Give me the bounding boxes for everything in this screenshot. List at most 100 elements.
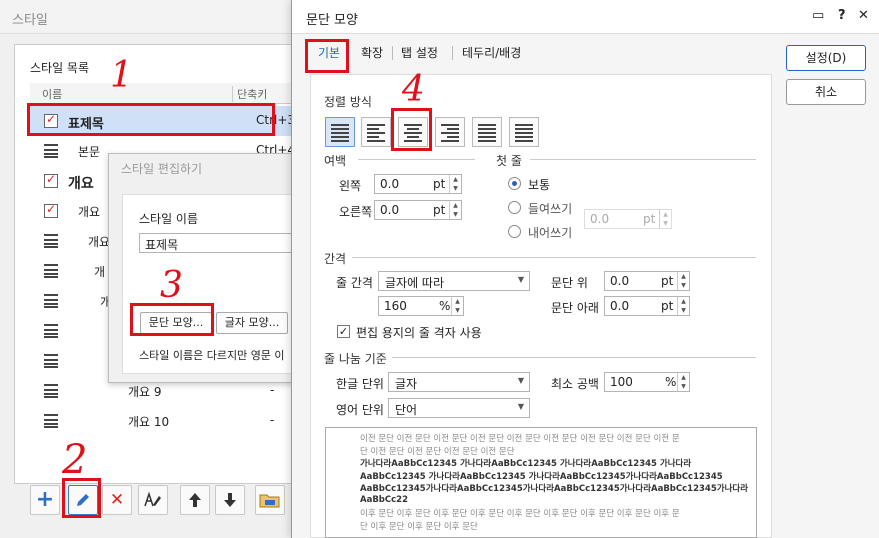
style-name: 개요 [68, 176, 94, 192]
korean-unit-value: 글자 [395, 377, 418, 391]
style-name: 개요 10 [128, 415, 170, 429]
above-label: 문단 위 [551, 276, 588, 290]
preview-line: AaBbCc12345가나다라AaBbCc12345가나다라AaBbCc1234… [360, 484, 749, 494]
char-shape-button[interactable]: 글자 모양... [216, 312, 288, 334]
style-name-input[interactable]: 표제목 [139, 233, 309, 253]
min-space-value: 100 [610, 375, 633, 389]
radio-outdent[interactable] [508, 225, 521, 238]
break-label: 줄 나눔 기준 [324, 352, 387, 366]
left-margin-label: 왼쪽 [339, 179, 362, 193]
line-spacing-value: 160 [384, 299, 407, 313]
style-name: 개요 [78, 205, 101, 219]
radio-normal-label: 보통 [528, 178, 551, 192]
spin-arrows-icon[interactable]: ▲ ▼ [451, 297, 463, 315]
spin-arrows-icon[interactable]: ▲ ▼ [677, 297, 689, 315]
unit-label: % [439, 299, 451, 313]
preview-line: 단 이전 문단 이전 문단 이전 문단 이전 문단 [360, 446, 515, 457]
divider [530, 159, 756, 160]
line-spacing-label: 줄 간격 [336, 276, 373, 290]
paragraph-preview: 이전 문단 이전 문단 이전 문단 이전 문단 이전 문단 이전 문단 이전 문… [325, 427, 757, 538]
ok-button[interactable]: 설정(D) [786, 45, 866, 71]
align-right-icon[interactable] [435, 117, 465, 147]
style-list-row[interactable]: 개요 10 - [30, 406, 300, 436]
radio-outdent-label: 내어쓰기 [528, 226, 573, 240]
edit-style-icon[interactable] [138, 485, 168, 515]
spin-arrows-icon[interactable]: ▲ ▼ [449, 175, 461, 193]
style-name-value: 표제목 [145, 238, 179, 252]
annotation-number: 1 [110, 55, 133, 96]
tab-extended[interactable]: 확장 [361, 44, 383, 61]
align-justify-icon[interactable] [325, 117, 355, 147]
right-margin-spin[interactable]: 0.0 pt ▲ ▼ [374, 200, 462, 220]
korean-unit-select[interactable]: 글자 ▼ [388, 372, 530, 392]
align-distribute-icon[interactable] [472, 117, 502, 147]
english-unit-select[interactable]: 단어 ▼ [388, 398, 530, 418]
help-icon[interactable]: ? [838, 8, 846, 23]
close-icon[interactable]: ✕ [858, 8, 869, 23]
spin-arrows-icon[interactable]: ▲ ▼ [449, 201, 461, 219]
style-shortcut: Ctrl+3 [256, 113, 296, 127]
divider [352, 257, 756, 258]
align-label: 정렬 방식 [324, 95, 372, 109]
right-margin-label: 오른쪽 [339, 205, 373, 219]
left-margin-spin[interactable]: 0.0 pt ▲ ▼ [374, 174, 462, 194]
unit-label: pt [661, 299, 674, 313]
style-list-caption: 스타일 목록 [30, 61, 90, 75]
grid-checkbox-label: 편집 용지의 줄 격자 사용 [356, 326, 482, 340]
unit-label: pt [661, 274, 674, 288]
cancel-button[interactable]: 취소 [786, 79, 866, 105]
style-window-titlebar: 스타일 [0, 0, 300, 34]
line-spacing-spin[interactable]: 160% ▲ ▼ [378, 296, 464, 316]
below-spin[interactable]: 0.0 pt ▲ ▼ [604, 296, 690, 316]
style-window-title: 스타일 [12, 13, 48, 28]
paragraph-dialog-titlebar: 문단 모양 ▭ ? ✕ [292, 0, 879, 34]
col-name-header[interactable]: 이름 [42, 86, 62, 102]
unit-label: pt [643, 212, 656, 226]
paragraph-shape-dialog: 문단 모양 ▭ ? ✕ 기본 확장 탭 설정 테두리/배경 설정(D) 취소 정… [291, 0, 879, 538]
paragraph-style-icon [44, 414, 58, 428]
tab-tab-settings[interactable]: 탭 설정 [401, 44, 438, 61]
radio-indent[interactable] [508, 201, 521, 214]
align-split-icon[interactable] [509, 117, 539, 147]
delete-icon[interactable]: ✕ [102, 485, 132, 515]
spin-arrows-icon[interactable]: ▲ ▼ [677, 373, 689, 391]
move-up-icon[interactable] [180, 485, 210, 515]
min-space-spin[interactable]: 100% ▲ ▼ [604, 372, 690, 392]
preview-line: AaBbCc22 [360, 494, 408, 505]
line-spacing-select[interactable]: 글자에 따라 ▼ [378, 271, 530, 291]
spin-arrows-icon: ▲ ▼ [659, 210, 671, 228]
preview-line: AaBbCc12345 가나다라AaBbCc12345 가나다라AaBbCc12… [360, 471, 723, 482]
radio-normal[interactable] [508, 177, 521, 190]
open-folder-icon[interactable] [255, 485, 285, 515]
preview-line: 가나다라AaBbCc12345 가나다라AaBbCc12345 가나다라AaBb… [360, 459, 692, 469]
unit-label: % [665, 375, 677, 389]
english-unit-label: 영어 단위 [336, 403, 384, 417]
pencil-icon[interactable] [68, 485, 98, 515]
tab-basic[interactable]: 기본 [318, 44, 340, 61]
annotation-number: 3 [160, 265, 183, 306]
style-edit-dialog: 스타일 편집하기 스타일 이름 표제목 문단 모양... 글자 모양... 스타… [108, 153, 309, 383]
line-spacing-mode: 글자에 따라 [385, 276, 445, 290]
grid-checkbox[interactable]: ✓ [337, 325, 350, 338]
paragraph-style-icon [44, 324, 58, 338]
preview-line: 이후 문단 이후 문단 이후 문단 이후 문단 이후 문단 이후 문단 이후 문… [360, 509, 680, 519]
align-center-icon[interactable] [398, 117, 428, 147]
col-shortcut-header[interactable]: 단축키 [232, 86, 267, 102]
below-label: 문단 아래 [551, 301, 599, 315]
unit-label: pt [433, 177, 446, 191]
move-down-icon[interactable] [215, 485, 245, 515]
chat-icon[interactable]: ▭ [812, 8, 824, 23]
unit-label: pt [433, 203, 446, 217]
checked-style-icon [44, 112, 58, 128]
style-list-row[interactable]: 표제목 Ctrl+3 [30, 106, 300, 136]
style-edit-dialog-title: 스타일 편집하기 [121, 162, 203, 176]
align-left-icon[interactable] [361, 117, 391, 147]
spin-arrows-icon[interactable]: ▲ ▼ [677, 272, 689, 290]
tab-border-background[interactable]: 테두리/배경 [462, 44, 521, 61]
paragraph-shape-button[interactable]: 문단 모양... [140, 312, 212, 334]
add-icon[interactable]: + [30, 485, 60, 515]
above-spin[interactable]: 0.0 pt ▲ ▼ [604, 271, 690, 291]
annotation-number: 2 [62, 437, 88, 483]
style-shortcut: - [270, 413, 275, 427]
paragraph-style-icon [44, 294, 58, 308]
